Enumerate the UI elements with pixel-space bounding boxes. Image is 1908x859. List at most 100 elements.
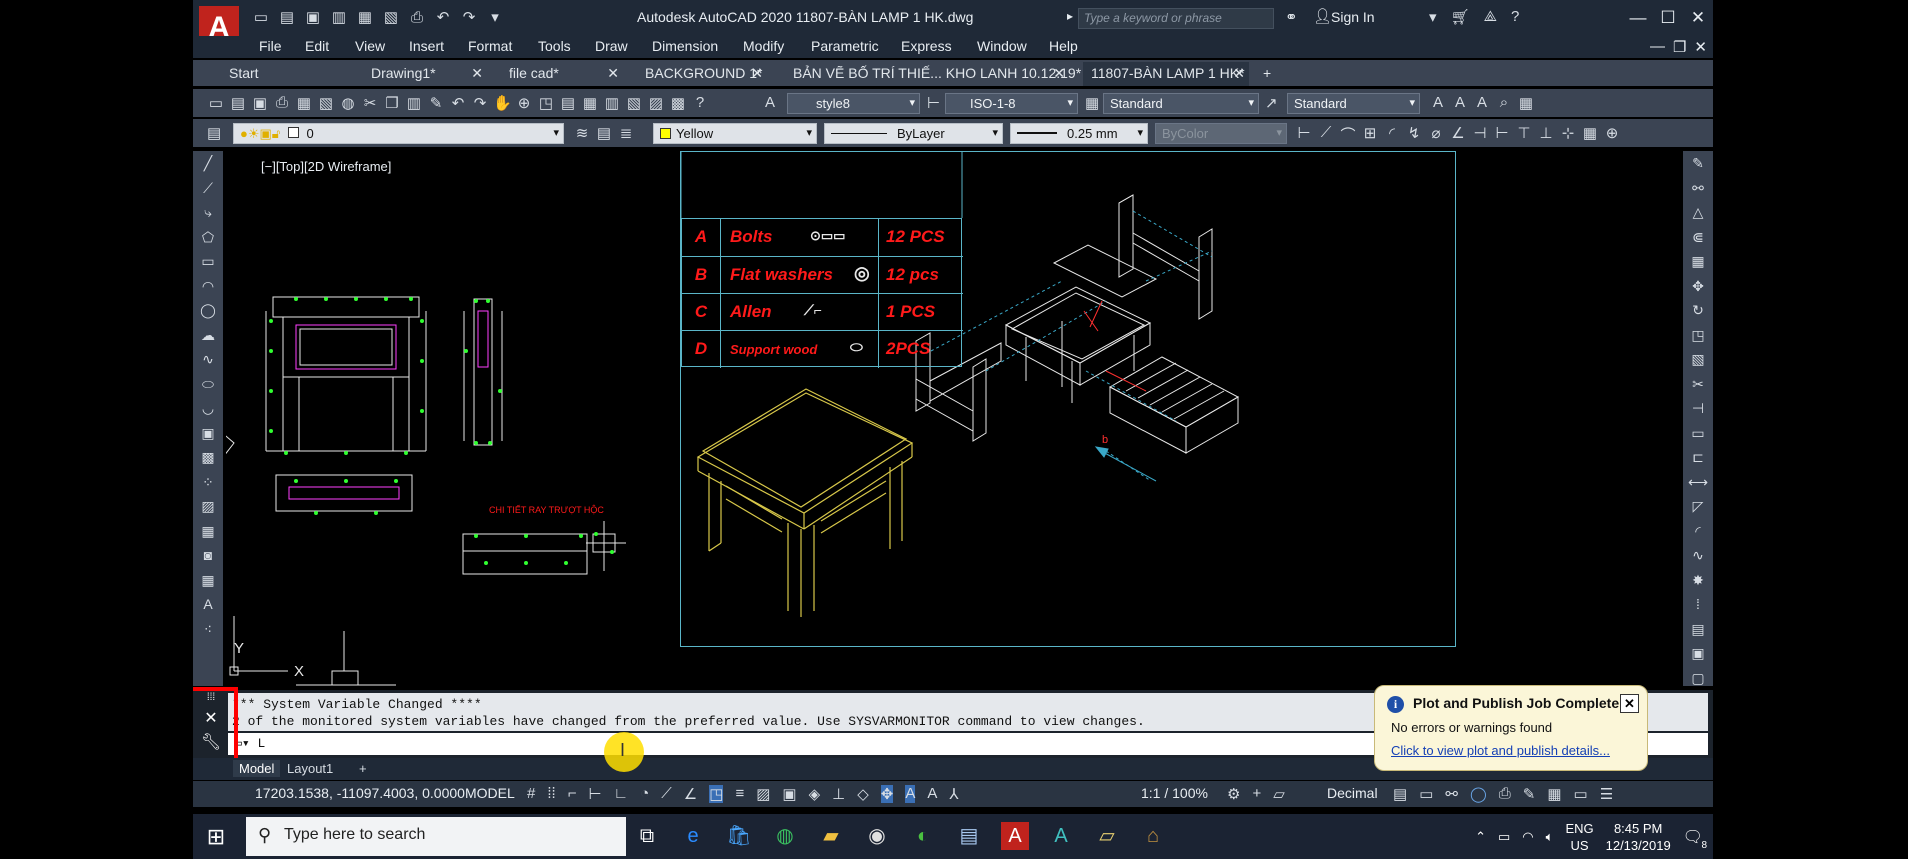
grid-icon[interactable]: # xyxy=(527,785,535,803)
transparency-icon[interactable]: ▨ xyxy=(756,785,770,803)
rotate-icon[interactable]: ↻ xyxy=(1683,298,1713,323)
graphics-perf-icon[interactable]: ◯ xyxy=(1470,785,1487,803)
doc-restore-icon[interactable]: ❐ xyxy=(1673,38,1686,56)
menu-express[interactable]: Express xyxy=(901,38,952,54)
revision-cloud-icon[interactable]: ☁ xyxy=(193,323,223,348)
text-scale-icon[interactable]: A xyxy=(1473,94,1491,112)
multileader-style-select[interactable]: Standard ▾ xyxy=(1287,93,1420,114)
help-icon[interactable]: ? xyxy=(1511,8,1519,26)
coordinate-readout[interactable]: 17203.1538, -11097.4003, 0.0000 xyxy=(255,785,465,801)
tray-chevron-icon[interactable]: ⌃ xyxy=(1475,829,1486,845)
snap-icon[interactable]: ⁞⁞ xyxy=(547,785,555,803)
polyline-icon[interactable]: ⤷ xyxy=(193,200,223,225)
maximize-viewport-icon[interactable]: ▭ xyxy=(1574,785,1588,803)
binoculars-icon[interactable]: ⚭ xyxy=(1285,8,1298,26)
clean-screen-icon[interactable]: ▦ xyxy=(1547,785,1561,803)
copy-object-icon[interactable]: ⚯ xyxy=(1683,176,1713,201)
quick-properties-icon[interactable]: ▤ xyxy=(1393,785,1407,803)
units-icon[interactable]: ▱ xyxy=(1273,785,1285,803)
tab-ban-ve-bo-tri[interactable]: BẢN VẼ BỐ TRÍ THIẾ... KHO LANH 10.12.19*… xyxy=(785,62,1081,86)
selection-cycling-icon[interactable]: ▣ xyxy=(782,785,796,803)
paste-icon[interactable]: ▥ xyxy=(405,94,423,112)
open-icon[interactable]: ▤ xyxy=(277,8,297,28)
linetype-select[interactable]: ByLayer ▾ xyxy=(824,123,1003,144)
tab-close-icon[interactable]: ✕ xyxy=(1233,65,1245,82)
layer-select[interactable]: ●☀▣🔓︎ 0 ▾ xyxy=(233,123,564,144)
menu-dimension[interactable]: Dimension xyxy=(652,38,718,54)
gizmo-icon[interactable]: ✥ xyxy=(880,785,894,803)
preview-icon[interactable]: ▦ xyxy=(295,94,313,112)
menu-view[interactable]: View xyxy=(355,38,385,54)
make-block-icon[interactable]: ▩ xyxy=(193,445,223,470)
edge-icon[interactable]: e xyxy=(679,822,707,850)
aligned-dim-icon[interactable]: ⟋ xyxy=(1317,124,1335,145)
doc-close-icon[interactable]: ✕ xyxy=(1694,38,1707,56)
undo-icon[interactable]: ↶ xyxy=(433,8,453,28)
green-app-icon[interactable]: ◍ xyxy=(771,822,799,850)
workspace-gear-icon[interactable]: ⚙ xyxy=(1227,785,1240,803)
dynamic-ucs-icon[interactable]: ⊥ xyxy=(832,785,845,803)
menu-help[interactable]: Help xyxy=(1049,38,1078,54)
match-prop-icon[interactable]: ✎ xyxy=(427,94,445,112)
language-indicator[interactable]: ENG US xyxy=(1565,820,1593,854)
autocad-task-icon[interactable]: A xyxy=(1001,822,1029,850)
markup-icon[interactable]: ▨ xyxy=(647,94,665,112)
copy-icon[interactable]: ❐ xyxy=(383,94,401,112)
ordinate-icon[interactable]: ⊞ xyxy=(1361,124,1379,145)
menu-file[interactable]: File xyxy=(259,38,282,54)
insert-block-icon[interactable]: ▣ xyxy=(193,421,223,446)
dynamic-input-icon[interactable]: ⊢ xyxy=(588,785,601,803)
3d-print-icon[interactable]: ◍ xyxy=(339,94,357,112)
zoom-realtime-icon[interactable]: ⊕ xyxy=(515,94,533,112)
annotation-scale-select[interactable]: 1:1 / 100% xyxy=(1141,785,1208,801)
annotation-monitor-icon[interactable]: + xyxy=(1252,785,1261,803)
ungroup-icon[interactable]: ▢ xyxy=(1683,666,1713,691)
layer-match-icon[interactable]: ≣ xyxy=(617,124,635,142)
tab-layout1[interactable]: Layout1 xyxy=(281,760,339,777)
tab-drawing1[interactable]: Drawing1* ✕ xyxy=(363,62,487,86)
draw-order-icon[interactable]: ▤ xyxy=(1683,617,1713,642)
explode-icon[interactable]: ✸ xyxy=(1683,568,1713,593)
radius-icon[interactable]: ◜ xyxy=(1383,124,1401,145)
annotative-text-icon[interactable]: A xyxy=(1451,94,1469,112)
wifi-icon[interactable]: ◠ xyxy=(1522,829,1533,845)
clock[interactable]: 8:45 PM 12/13/2019 xyxy=(1606,820,1671,854)
tab-ban-lamp-1-hk[interactable]: 11807-BÀN LAMP 1 HK* ✕ xyxy=(1083,62,1249,86)
web-mobile-icon[interactable]: ▦ xyxy=(355,8,375,28)
break-icon[interactable]: ⊏ xyxy=(1683,445,1713,470)
tab-close-icon[interactable]: ✕ xyxy=(1053,65,1065,82)
jogged-icon[interactable]: ↯ xyxy=(1405,124,1423,145)
dim-break-icon[interactable]: ⊹ xyxy=(1559,124,1577,145)
continue-icon[interactable]: ⊤ xyxy=(1515,124,1533,145)
fillet-icon[interactable]: ◜ xyxy=(1683,519,1713,544)
plot-icon[interactable]: ⎙ xyxy=(407,8,427,28)
color-select[interactable]: Yellow ▾ xyxy=(653,123,817,144)
quick-dim-icon[interactable]: ⊣ xyxy=(1471,124,1489,145)
plot-status-icon[interactable]: ⎙ xyxy=(1499,785,1511,803)
construction-line-icon[interactable]: ⟋ xyxy=(193,176,223,201)
diameter-icon[interactable]: ⌀ xyxy=(1427,124,1445,145)
chrome-icon[interactable]: ◉ xyxy=(863,822,891,850)
circle-icon[interactable]: ◯ xyxy=(193,298,223,323)
publish-icon[interactable]: ▧ xyxy=(317,94,335,112)
menu-modify[interactable]: Modify xyxy=(743,38,784,54)
file-explorer-icon[interactable]: ▰ xyxy=(817,822,845,850)
annotation-visibility-icon[interactable]: A xyxy=(905,785,916,803)
lineweight-select[interactable]: 0.25 mm ▾ xyxy=(1010,123,1148,144)
notification-center-icon[interactable]: 🗨︎ 8 xyxy=(1683,827,1707,851)
find-icon[interactable]: ⌕ xyxy=(1495,94,1513,112)
menu-draw[interactable]: Draw xyxy=(595,38,628,54)
break-at-point-icon[interactable]: ▭ xyxy=(1683,421,1713,446)
scale-icon[interactable]: ◳ xyxy=(1683,323,1713,348)
stretch-icon[interactable]: ▧ xyxy=(1683,347,1713,372)
offset-icon[interactable]: ⋐ xyxy=(1683,225,1713,250)
maximize-icon[interactable]: ☐ xyxy=(1653,0,1683,36)
windows-start-icon[interactable]: ⊞ xyxy=(193,814,239,859)
minimize-icon[interactable]: — xyxy=(1623,0,1653,36)
close-icon[interactable]: ✕ xyxy=(1683,0,1713,36)
qnew-icon[interactable]: ▭ xyxy=(207,94,225,112)
save-web-icon[interactable]: ▧ xyxy=(381,8,401,28)
plot-details-link[interactable]: Click to view plot and publish details..… xyxy=(1391,743,1610,758)
layer-previous-icon[interactable]: ▤ xyxy=(595,124,613,142)
text-icon[interactable]: A xyxy=(1429,94,1447,112)
